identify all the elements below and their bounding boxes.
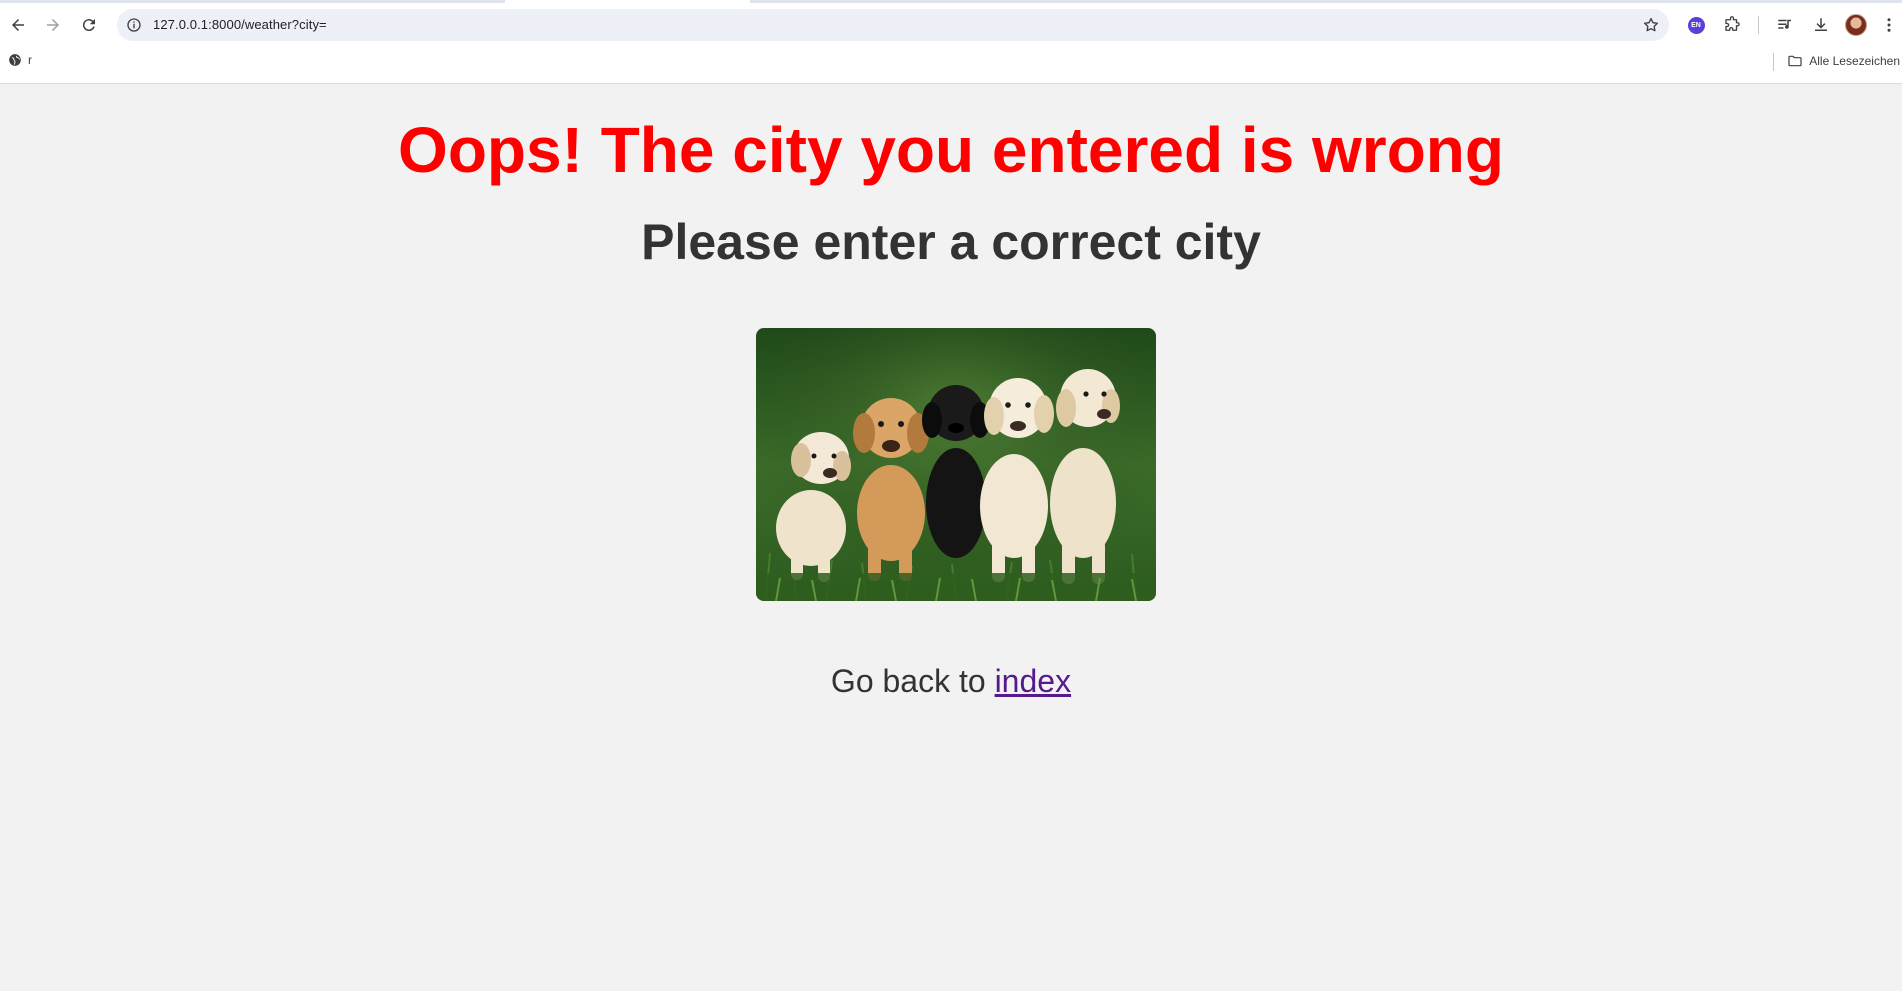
bookmark-item[interactable]: r xyxy=(8,53,32,67)
toolbar-divider xyxy=(1758,16,1759,34)
back-to-index-line: Go back to index xyxy=(0,662,1902,700)
language-extension-button[interactable]: EN xyxy=(1683,12,1709,38)
more-vertical-icon xyxy=(1887,18,1891,32)
download-icon xyxy=(1815,18,1827,31)
globe-icon xyxy=(9,54,21,66)
media-controls-button[interactable] xyxy=(1772,12,1798,38)
downloads-button[interactable] xyxy=(1808,12,1834,38)
all-bookmarks-label: Alle Lesezeichen xyxy=(1809,54,1900,68)
forward-button[interactable] xyxy=(39,11,67,39)
all-bookmarks-button[interactable]: Alle Lesezeichen xyxy=(1787,53,1900,69)
info-icon xyxy=(127,18,141,32)
bookmark-label: r xyxy=(28,53,32,67)
playlist-icon xyxy=(1778,19,1791,29)
reload-button[interactable] xyxy=(75,11,103,39)
extensions-button[interactable] xyxy=(1719,12,1745,38)
arrow-left-icon xyxy=(12,19,24,31)
browser-chrome: 127.0.0.1:8000/weather?city= EN r Alle L… xyxy=(0,0,1902,84)
url-text[interactable]: 127.0.0.1:8000/weather?city= xyxy=(153,17,327,32)
star-icon xyxy=(1643,17,1659,32)
language-badge: EN xyxy=(1687,16,1705,34)
arrow-right-icon xyxy=(47,19,59,31)
back-text: Go back to xyxy=(830,663,995,699)
bookmarks-bar: r Alle Lesezeichen xyxy=(0,50,1902,74)
error-headline: Oops! The city you entered is wrong xyxy=(398,114,1504,186)
bookmarks-divider xyxy=(1773,53,1774,71)
puzzle-icon xyxy=(1725,16,1740,31)
profile-button[interactable] xyxy=(1843,12,1869,38)
folder-icon xyxy=(1788,55,1802,67)
puppies-image xyxy=(756,328,1156,601)
bookmark-star-button[interactable] xyxy=(1641,15,1661,35)
index-link[interactable]: index xyxy=(995,663,1072,699)
back-button[interactable] xyxy=(4,11,32,39)
address-bar[interactable]: 127.0.0.1:8000/weather?city= xyxy=(117,9,1669,41)
site-info-button[interactable] xyxy=(125,16,143,34)
browser-menu-button[interactable] xyxy=(1879,12,1899,38)
browser-toolbar: 127.0.0.1:8000/weather?city= EN xyxy=(0,8,1902,42)
active-tab[interactable] xyxy=(505,0,750,3)
page-content: Oops! The city you entered is wrong Plea… xyxy=(0,84,1902,991)
avatar xyxy=(1845,14,1867,36)
tab-strip xyxy=(0,0,1902,3)
error-subheadline: Please enter a correct city xyxy=(641,214,1261,270)
reload-icon xyxy=(82,19,95,32)
